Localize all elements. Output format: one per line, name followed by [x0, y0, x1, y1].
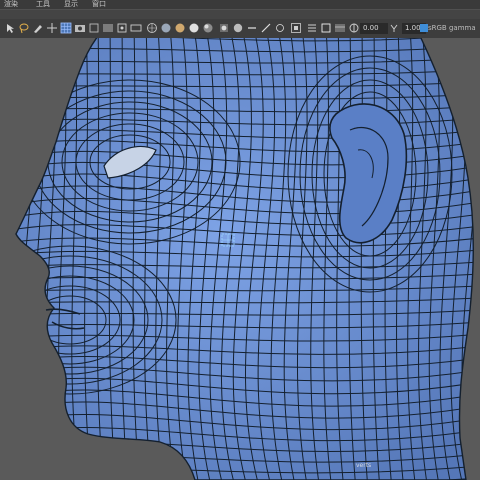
panel-toggle-icon[interactable] [292, 1, 299, 16]
3d-viewport[interactable]: verts [0, 38, 480, 480]
menu-item-window[interactable]: 窗口 [92, 0, 106, 9]
panel-toggle-icon[interactable] [262, 1, 269, 16]
mesh-edge-loop [16, 38, 24, 480]
menu-item-tools[interactable]: 工具 [36, 0, 50, 9]
safe-action-icon[interactable] [320, 22, 332, 34]
wireframe-icon[interactable] [146, 22, 158, 34]
maximize-icon[interactable] [420, 1, 427, 16]
paint-tool-icon[interactable] [32, 22, 44, 34]
select-tool-icon[interactable] [4, 22, 16, 34]
gate-icon[interactable] [116, 22, 128, 34]
lasso-tool-icon[interactable] [18, 22, 30, 34]
depth-of-field-icon[interactable] [274, 22, 286, 34]
exposure-field[interactable]: 0.00 [360, 23, 388, 34]
close-icon[interactable] [440, 1, 447, 16]
status-dot-icon [198, 1, 205, 15]
exposure-icon[interactable] [348, 22, 360, 34]
bookmark-icon[interactable] [88, 22, 100, 34]
shadow-icon[interactable] [202, 22, 214, 34]
camera-icon[interactable] [74, 22, 86, 34]
grid-icon[interactable] [60, 22, 72, 34]
menu-item-display[interactable]: 显示 [64, 0, 78, 9]
antialias-icon[interactable] [260, 22, 272, 34]
smooth-shade-icon[interactable] [160, 22, 172, 34]
view-transform-label: sRGB gamma [428, 24, 476, 32]
ambient-occlusion-icon[interactable] [232, 22, 244, 34]
maya-app-window: 渲染 工具 显示 窗口 0.00 1.00 sRGB gamma verts [0, 0, 480, 480]
mesh-edge-loop [0, 38, 11, 480]
motion-blur-icon[interactable] [246, 22, 258, 34]
resolution-gate-icon[interactable] [130, 22, 142, 34]
heads-up-icon[interactable] [306, 22, 318, 34]
hud-label: verts [356, 462, 372, 469]
film-gate-icon[interactable] [334, 22, 346, 34]
mesh-edge-loop [472, 38, 474, 480]
menu-item-render[interactable]: 渲染 [4, 0, 18, 9]
mesh-edge-loop [18, 38, 35, 480]
xray-icon[interactable] [218, 22, 230, 34]
texture-icon[interactable] [174, 22, 186, 34]
menu-bar: 渲染 工具 显示 窗口 [0, 0, 480, 16]
move-tool-icon[interactable] [46, 22, 58, 34]
gamma-icon[interactable] [388, 22, 400, 34]
image-plane-icon[interactable] [102, 22, 114, 34]
head-mesh [0, 38, 474, 480]
isolate-icon[interactable] [290, 22, 302, 34]
light-icon[interactable] [188, 22, 200, 34]
viewport-toolbar: 0.00 1.00 sRGB gamma [0, 19, 480, 39]
